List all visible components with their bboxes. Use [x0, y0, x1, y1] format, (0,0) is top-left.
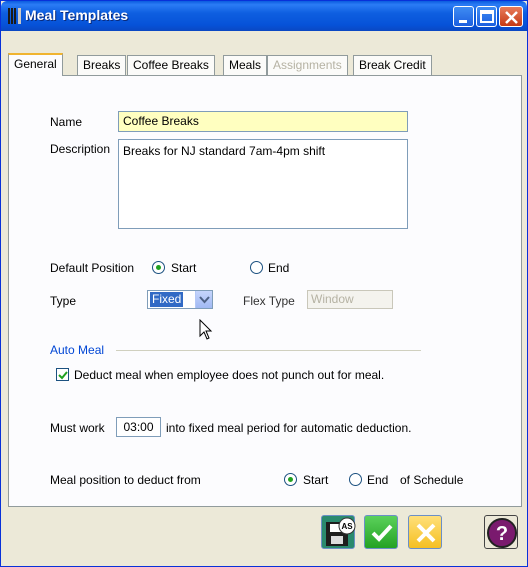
save-as-badge: AS [341, 522, 353, 531]
minimize-button[interactable] [453, 6, 474, 27]
meal-position-label: Meal position to deduct from [50, 473, 201, 487]
close-button[interactable] [499, 6, 523, 27]
tab-break-credit[interactable]: Break Credit [353, 55, 432, 75]
must-work-hours-field[interactable]: 03:00 [116, 417, 161, 437]
checkmark-icon [371, 524, 393, 542]
button-bar [8, 509, 522, 561]
meal-templates-window: Meal Templates General Breaks Coffee Bre… [0, 0, 528, 567]
meal-position-end-label[interactable]: End [367, 473, 388, 487]
must-work-suffix: into fixed meal period for automatic ded… [166, 421, 412, 435]
description-label: Description [50, 142, 111, 156]
help-question-icon: ? [487, 518, 517, 548]
flex-type-label: Flex Type [243, 294, 295, 308]
tab-assignments: Assignments [267, 55, 348, 75]
meal-position-end-radio[interactable] [349, 473, 362, 486]
type-label: Type [50, 294, 77, 308]
type-selected-value: Fixed [150, 292, 184, 307]
chevron-down-icon[interactable] [195, 291, 212, 308]
flex-type-field: Window [307, 290, 393, 309]
default-position-start-radio[interactable] [152, 261, 165, 274]
title-bar[interactable]: Meal Templates [1, 1, 527, 31]
default-position-end-radio[interactable] [250, 261, 263, 274]
meal-position-suffix: of Schedule [400, 473, 464, 487]
default-position-label: Default Position [50, 261, 135, 275]
cancel-x-icon [416, 523, 436, 543]
default-position-start-label[interactable]: Start [171, 261, 196, 275]
mouse-cursor-icon [199, 318, 213, 344]
save-as-icon: AS [326, 517, 356, 546]
tab-general[interactable]: General [8, 53, 63, 76]
ok-button[interactable] [364, 515, 398, 549]
section-divider [116, 350, 421, 351]
name-label: Name [50, 115, 83, 129]
meal-position-start-label[interactable]: Start [303, 473, 328, 487]
close-icon [505, 11, 518, 24]
maximize-button[interactable] [476, 6, 497, 27]
tab-coffee-breaks[interactable]: Coffee Breaks [127, 55, 215, 75]
svg-text:?: ? [496, 523, 508, 545]
checkmark-icon [58, 371, 68, 380]
description-field[interactable]: Breaks for NJ standard 7am-4pm shift [118, 139, 408, 229]
name-field[interactable]: Coffee Breaks [118, 111, 408, 132]
tab-breaks[interactable]: Breaks [77, 55, 127, 75]
must-work-prefix: Must work [50, 421, 105, 435]
fork-knife-icon [7, 7, 23, 25]
save-as-button[interactable]: AS [321, 515, 356, 549]
meal-position-start-radio[interactable] [284, 473, 297, 486]
default-position-end-label[interactable]: End [268, 261, 289, 275]
auto-meal-section-title: Auto Meal [50, 343, 105, 357]
minimize-icon [459, 20, 467, 23]
help-button[interactable]: ? [484, 515, 518, 549]
cancel-button[interactable] [408, 515, 442, 549]
deduct-meal-label[interactable]: Deduct meal when employee does not punch… [74, 368, 384, 382]
window-title: Meal Templates [25, 7, 129, 23]
deduct-meal-checkbox[interactable] [56, 368, 69, 381]
tab-meals[interactable]: Meals [223, 55, 268, 75]
maximize-icon [480, 10, 494, 23]
type-select[interactable]: Fixed [147, 290, 213, 309]
